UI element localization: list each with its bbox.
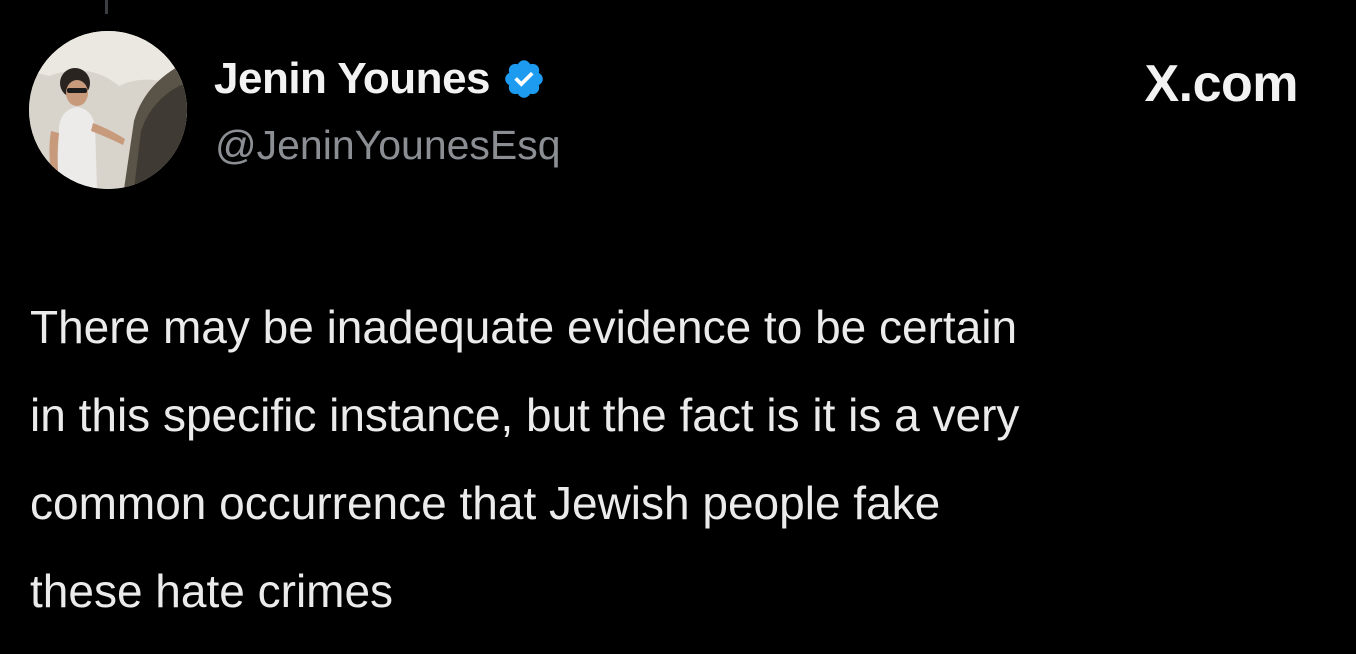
tweet-text-line: There may be inadequate evidence to be c… <box>30 301 1018 353</box>
site-label: X.com <box>1144 55 1298 113</box>
verified-badge-icon <box>502 57 546 101</box>
avatar[interactable] <box>29 31 187 189</box>
avatar-photo <box>29 31 187 189</box>
author-display-name[interactable]: Jenin Younes <box>214 54 491 104</box>
tweet-text-line: in this specific instance, but the fact … <box>30 389 1020 441</box>
thread-connector-line <box>105 0 108 14</box>
author-handle[interactable]: @JeninYounesEsq <box>215 122 561 169</box>
tweet-text-line: common occurrence that Jewish people fak… <box>30 477 941 529</box>
author-name-row: Jenin Younes <box>214 50 546 108</box>
tweet-text-line: these hate crimes <box>30 565 394 617</box>
tweet-text: There may be inadequate evidence to be c… <box>30 283 1330 635</box>
